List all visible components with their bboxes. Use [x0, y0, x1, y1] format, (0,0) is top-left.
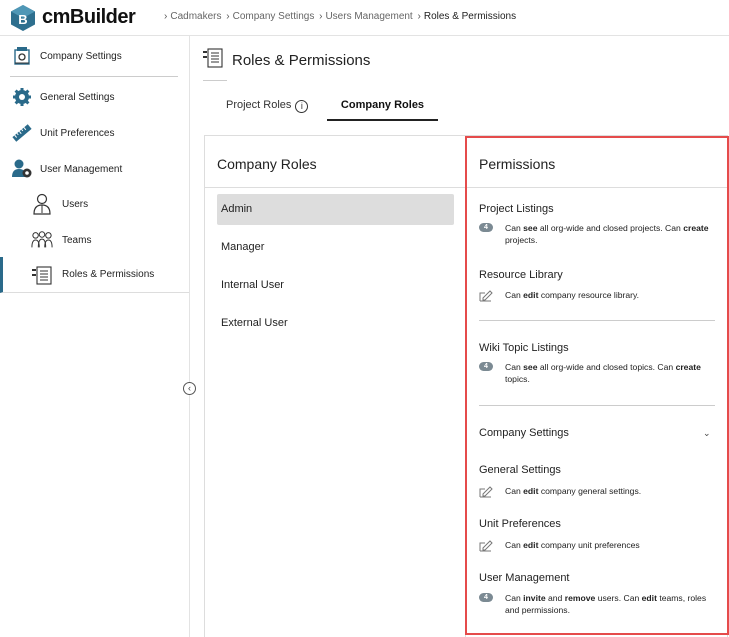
sidebar-item-general-settings[interactable]: General Settings [0, 79, 189, 115]
user-management-icon [11, 158, 33, 180]
sidebar: Company Settings General Settings Unit P… [0, 36, 190, 637]
permission-line: Can edit company resource library. [479, 289, 714, 305]
edit-icon [479, 486, 495, 501]
tab-project-roles[interactable]: Project Roles i [226, 99, 309, 121]
breadcrumb-item[interactable]: Users Management [325, 11, 412, 22]
company-settings-icon [11, 45, 33, 67]
section-title: Resource Library [479, 269, 563, 281]
ruler-icon [11, 122, 33, 144]
sidebar-divider [10, 76, 178, 77]
role-item-manager[interactable]: Manager [217, 232, 454, 263]
section-title: Wiki Topic Listings [479, 342, 569, 354]
sidebar-item-label: Roles & Permissions [62, 269, 155, 280]
sidebar-item-label: Company Settings [40, 50, 122, 62]
sidebar-item-company-settings[interactable]: Company Settings [0, 38, 189, 74]
permissions-panel: Permissions Project Listings 4 Can see a… [465, 135, 729, 637]
tab-label: Company Roles [340, 99, 425, 111]
chevron-down-icon[interactable]: ⌄ [703, 428, 711, 439]
sidebar-item-label: General Settings [40, 91, 115, 103]
section-title-company-settings[interactable]: Company Settings [479, 427, 569, 439]
permission-line: 4 Can see all org-wide and closed projec… [479, 222, 714, 246]
tab-label: Project Roles [226, 99, 292, 111]
collapse-sidebar-button[interactable]: ‹ [183, 382, 196, 395]
access-level-badge: 4 [479, 593, 493, 602]
permission-line: 4 Can invite and remove users. Can edit … [479, 592, 714, 616]
divider [466, 187, 729, 188]
sidebar-item-label: User Management [40, 163, 123, 175]
role-item-external-user[interactable]: External User [217, 308, 454, 339]
svg-text:B: B [18, 12, 27, 27]
top-bar: B cmBuilder › Cadmakers › Company Settings… [0, 0, 729, 36]
app-name: cmBuilder [42, 6, 136, 28]
sidebar-item-label: Unit Preferences [40, 127, 115, 139]
divider [479, 405, 715, 406]
access-level-badge: 4 [479, 223, 493, 232]
info-icon[interactable]: i [295, 100, 309, 113]
sidebar-item-teams[interactable]: Teams [0, 222, 189, 258]
chevron-right-icon: › [164, 11, 168, 22]
sidebar-item-unit-preferences[interactable]: Unit Preferences [0, 115, 189, 151]
breadcrumb-current: Roles & Permissions [423, 11, 517, 22]
role-item-admin[interactable]: Admin [217, 194, 454, 225]
breadcrumb: › Cadmakers › Company Settings › Users Mana… [162, 11, 516, 22]
chevron-right-icon: › [226, 11, 230, 22]
edit-icon [479, 290, 495, 305]
sidebar-item-users[interactable]: Users [0, 186, 189, 222]
permission-line: 4 Can see all org-wide and closed topics… [479, 361, 714, 385]
page-title: Roles & Permissions [232, 52, 371, 69]
roles-permissions-icon [31, 264, 53, 286]
tab-company-roles[interactable]: Company Roles [327, 99, 438, 121]
role-item-internal-user[interactable]: Internal User [217, 270, 454, 301]
section-title: User Management [479, 572, 570, 584]
app-logo-icon[interactable]: B [10, 4, 36, 32]
sidebar-item-label: Users [62, 198, 89, 210]
sidebar-item-label: Teams [62, 234, 92, 246]
roles-permissions-icon [202, 46, 224, 75]
divider [205, 187, 467, 188]
page-header: Roles & Permissions [202, 46, 370, 75]
company-roles-panel: Company Roles Admin Manager Internal Use… [204, 135, 467, 637]
access-level-badge: 4 [479, 362, 493, 371]
panel-title: Permissions [479, 156, 556, 172]
permission-line: Can edit company general settings. [479, 485, 714, 501]
section-title: General Settings [479, 464, 561, 476]
permission-line: Can edit company unit preferences [479, 539, 714, 555]
chevron-right-icon: › [319, 11, 323, 22]
user-icon [31, 193, 53, 215]
divider [479, 320, 715, 321]
section-title: Project Listings [479, 203, 554, 215]
title-underline [203, 80, 227, 81]
sidebar-item-roles-permissions[interactable]: Roles & Permissions [0, 257, 189, 293]
breadcrumb-item[interactable]: Company Settings [233, 11, 315, 22]
section-title: Unit Preferences [479, 518, 561, 530]
panel-title: Company Roles [217, 156, 317, 172]
chevron-right-icon: › [417, 11, 421, 22]
sidebar-item-user-management[interactable]: User Management [0, 151, 189, 187]
edit-icon [479, 540, 495, 555]
breadcrumb-item[interactable]: Cadmakers [170, 11, 221, 22]
team-icon [31, 229, 53, 251]
gear-icon [11, 86, 33, 108]
